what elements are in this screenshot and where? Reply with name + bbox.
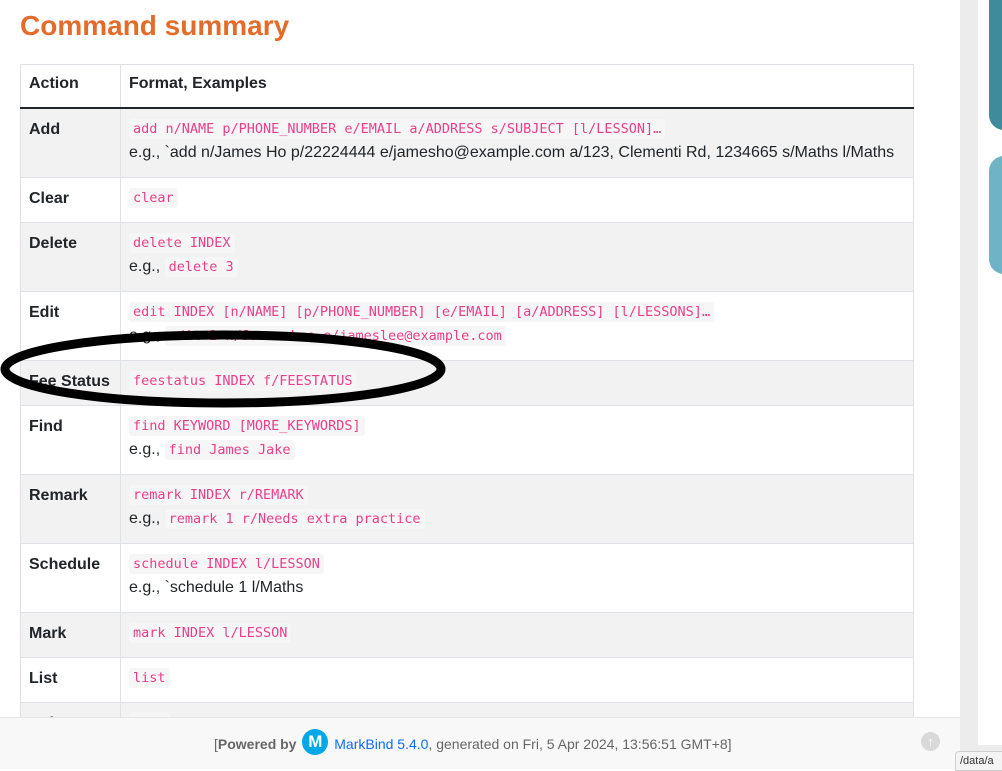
format-cell: add n/NAME p/PHONE_NUMBER e/EMAIL a/ADDR…: [120, 107, 914, 178]
format-cell: feestatus INDEX f/FEESTATUS: [120, 360, 914, 406]
documentation-page: Command summary Action Format, Examples …: [0, 0, 960, 769]
example-prefix: e.g.,: [129, 579, 165, 596]
action-cell: Mark: [20, 612, 121, 658]
table-header-row: Action Format, Examples: [20, 64, 914, 109]
action-cell: Add: [20, 107, 121, 178]
example-text: `add n/James Ho p/22224444 e/jamesho@exa…: [164, 144, 895, 161]
accent-tile: [989, 0, 1002, 130]
accent-tile: [989, 156, 1002, 274]
format-code: list: [129, 668, 170, 688]
markbind-link[interactable]: MarkBind 5.4.0: [334, 736, 428, 752]
format-cell: delete INDEX e.g., delete 3: [120, 222, 914, 292]
format-code: add n/NAME p/PHONE_NUMBER e/EMAIL a/ADDR…: [129, 119, 666, 139]
table-row: List list: [20, 657, 914, 703]
page-footer: [Powered by M MarkBind 5.4.0, generated …: [0, 717, 960, 769]
scroll-to-top-icon[interactable]: ↑: [921, 732, 940, 751]
format-code: delete INDEX: [129, 233, 235, 253]
table-row: Delete delete INDEX e.g., delete 3: [20, 222, 914, 292]
page-title: Command summary: [20, 10, 290, 41]
format-code: schedule INDEX l/LESSON: [129, 554, 324, 574]
example-code: remark 1 r/Needs extra practice: [164, 509, 425, 529]
example-prefix: e.g.,: [129, 441, 165, 458]
adjacent-window-panel: [960, 0, 1002, 769]
format-cell: schedule INDEX l/LESSON e.g., `schedule …: [120, 543, 914, 613]
example-text: `schedule 1 l/Maths: [164, 579, 304, 596]
format-code: remark INDEX r/REMARK: [129, 485, 308, 505]
action-cell: Schedule: [20, 543, 121, 613]
markbind-logo-icon: M: [302, 729, 329, 756]
action-cell: Fee Status: [20, 360, 121, 406]
header-action: Action: [20, 64, 121, 109]
example-prefix: e.g.,: [129, 327, 165, 344]
status-bar-path: /data/a: [955, 751, 1002, 771]
format-code: feestatus INDEX f/FEESTATUS: [129, 371, 357, 391]
format-code: mark INDEX l/LESSON: [129, 623, 292, 643]
table-row: Add add n/NAME p/PHONE_NUMBER e/EMAIL a/…: [20, 107, 914, 178]
footer-text: [Powered by M MarkBind 5.4.0, generated …: [214, 729, 732, 756]
table-row: Mark mark INDEX l/LESSON: [20, 612, 914, 658]
format-cell: find KEYWORD [MORE_KEYWORDS] e.g., find …: [120, 405, 914, 475]
table-row: Clear clear: [20, 177, 914, 223]
table-row: Schedule schedule INDEX l/LESSON e.g., `…: [20, 543, 914, 613]
generated-text: , generated on Fri, 5 Apr 2024, 13:56:51…: [428, 736, 732, 752]
table-row: Find find KEYWORD [MORE_KEYWORDS] e.g., …: [20, 405, 914, 475]
example-prefix: e.g.,: [129, 510, 165, 527]
example-code: edit 2 n/James Lee e/jameslee@example.co…: [164, 326, 506, 346]
table-row: Remark remark INDEX r/REMARK e.g., remar…: [20, 474, 914, 544]
table-row: Edit edit INDEX [n/NAME] [p/PHONE_NUMBER…: [20, 291, 914, 361]
powered-by-label: Powered by: [217, 736, 297, 752]
example-prefix: e.g.,: [129, 258, 165, 275]
action-cell: Edit: [20, 291, 121, 361]
table-row: Fee Status feestatus INDEX f/FEESTATUS: [20, 360, 914, 406]
action-cell: Remark: [20, 474, 121, 544]
format-cell: mark INDEX l/LESSON: [120, 612, 914, 658]
format-code: edit INDEX [n/NAME] [p/PHONE_NUMBER] [e/…: [129, 302, 715, 322]
action-cell: Delete: [20, 222, 121, 292]
example-code: find James Jake: [164, 440, 295, 460]
format-code: find KEYWORD [MORE_KEYWORDS]: [129, 416, 365, 436]
format-cell: clear: [120, 177, 914, 223]
action-cell: Find: [20, 405, 121, 475]
action-cell: List: [20, 657, 121, 703]
format-cell: remark INDEX r/REMARK e.g., remark 1 r/N…: [120, 474, 914, 544]
example-prefix: e.g.,: [129, 144, 165, 161]
command-summary-table: Action Format, Examples Add add n/NAME p…: [20, 64, 914, 748]
format-cell: edit INDEX [n/NAME] [p/PHONE_NUMBER] [e/…: [120, 291, 914, 361]
action-cell: Clear: [20, 177, 121, 223]
header-format: Format, Examples: [120, 64, 914, 109]
example-code: delete 3: [164, 257, 238, 277]
format-code: clear: [129, 188, 178, 208]
format-cell: list: [120, 657, 914, 703]
